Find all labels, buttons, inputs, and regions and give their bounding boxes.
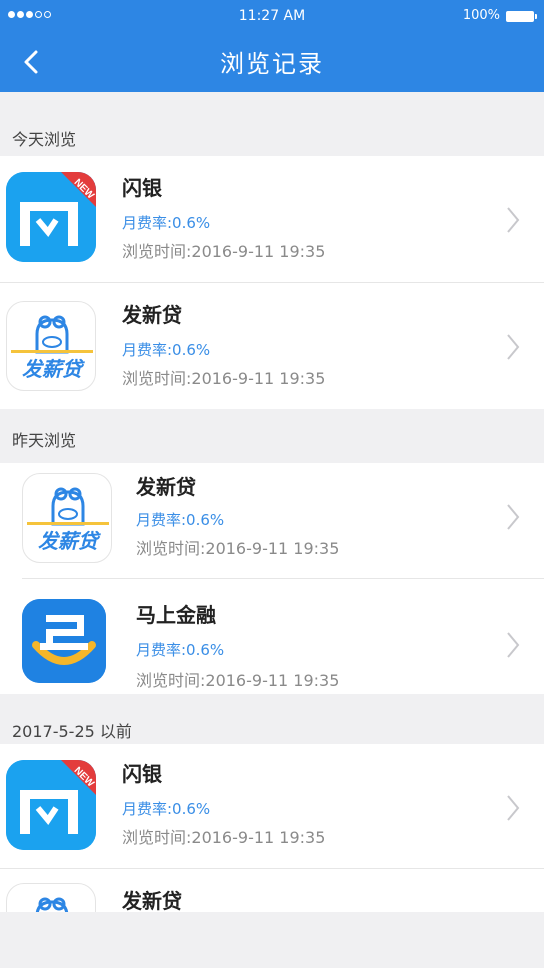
list-item[interactable]: 发新贷 xyxy=(0,869,544,912)
item-rate: 月费率:0.6% xyxy=(122,341,211,359)
item-name: 发新贷 xyxy=(122,889,182,912)
item-rate: 月费率:0.6% xyxy=(122,214,211,232)
bottom-blank xyxy=(0,912,544,968)
list-item[interactable]: 马上金融 月费率:0.6% 浏览时间:2016-9-11 19:35 xyxy=(0,579,544,694)
item-time: 浏览时间:2016-9-11 19:35 xyxy=(122,369,326,388)
item-name: 闪银 xyxy=(122,176,162,200)
chevron-right-icon xyxy=(507,632,520,658)
item-time: 浏览时间:2016-9-11 19:35 xyxy=(136,539,340,558)
shanyin-logo: NEW xyxy=(6,760,96,850)
list-item[interactable]: 发薪贷 发新贷 月费率:0.6% 浏览时间:2016-9-11 19:35 xyxy=(0,283,544,409)
item-time: 浏览时间:2016-9-11 19:35 xyxy=(122,242,326,261)
chevron-right-icon xyxy=(507,795,520,821)
section-header-yesterday: 昨天浏览 xyxy=(12,431,77,450)
item-rate: 月费率:0.6% xyxy=(122,800,211,818)
list-item[interactable]: 发薪贷 发新贷 月费率:0.6% 浏览时间:2016-9-11 19:35 xyxy=(0,463,544,579)
item-rate: 月费率:0.6% xyxy=(136,511,225,529)
section-header-today: 今天浏览 xyxy=(12,130,77,149)
page-title: 浏览记录 xyxy=(220,50,324,78)
item-name: 发新贷 xyxy=(122,303,182,327)
section-header-earlier: 2017-5-25 以前 xyxy=(12,722,132,741)
list-item[interactable]: NEW 闪银 月费率:0.6% 浏览时间:2016-9-11 19:35 xyxy=(0,744,544,868)
item-time: 浏览时间:2016-9-11 19:35 xyxy=(136,671,340,690)
item-time: 浏览时间:2016-9-11 19:35 xyxy=(122,828,326,847)
status-bar: 11:27 AM 100% xyxy=(0,8,544,28)
item-name: 马上金融 xyxy=(136,603,216,627)
shanyin-logo: NEW xyxy=(6,172,96,262)
mashang-logo xyxy=(22,599,106,683)
battery-icon xyxy=(506,10,537,22)
faxindai-logo: 发薪贷 xyxy=(6,301,96,391)
item-name: 闪银 xyxy=(122,762,162,786)
chevron-right-icon xyxy=(507,504,520,530)
svg-text:发薪贷: 发薪贷 xyxy=(38,529,101,553)
chevron-right-icon xyxy=(507,207,520,233)
faxindai-logo xyxy=(6,883,96,912)
chevron-right-icon xyxy=(507,334,520,360)
item-rate: 月费率:0.6% xyxy=(136,641,225,659)
item-name: 发新贷 xyxy=(136,475,196,499)
nav-header: 11:27 AM 100% 浏览记录 xyxy=(0,0,544,92)
svg-text:发薪贷: 发薪贷 xyxy=(22,357,85,381)
battery-percent: 100% xyxy=(462,8,500,23)
list-item[interactable]: NEW 闪银 月费率:0.6% 浏览时间:2016-9-11 19:35 xyxy=(0,156,544,282)
faxindai-logo: 发薪贷 xyxy=(22,473,112,563)
